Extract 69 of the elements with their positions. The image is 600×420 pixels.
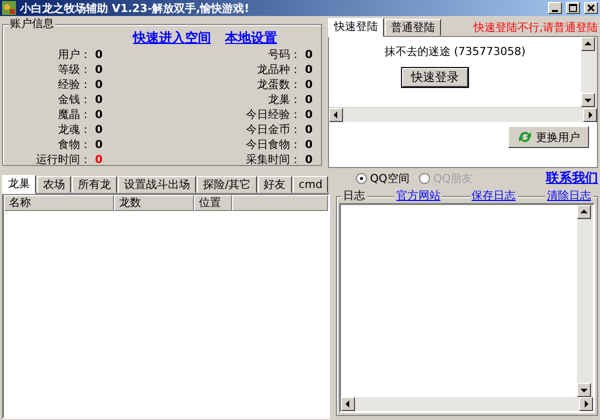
column-header[interactable]: 龙数 — [114, 195, 194, 211]
horizontal-scrollbar[interactable] — [341, 397, 593, 411]
column-header[interactable]: 名称 — [4, 195, 114, 211]
close-icon — [587, 4, 595, 12]
login-notice: 快速登陆不行,请普通登陆 — [474, 20, 598, 34]
field-label: 龙蛋数： — [256, 78, 301, 91]
main-tab[interactable]: cmd — [292, 176, 328, 193]
window-title: 小白龙之牧场辅助 V1.23-解放双手,愉快游戏! — [20, 2, 250, 14]
field-value: 0 — [94, 123, 104, 136]
contact-link[interactable]: 联系我们 — [546, 170, 598, 186]
field-value: 0 — [94, 93, 104, 106]
horizontal-scrollbar[interactable] — [329, 108, 597, 122]
main-tab[interactable]: 所有龙 — [72, 176, 117, 193]
field-value: 0 — [94, 108, 104, 121]
refresh-icon — [517, 129, 533, 145]
quick-login-button[interactable]: 快速登录 — [402, 68, 468, 87]
column-header[interactable]: 位置 — [194, 195, 232, 211]
app-icon — [2, 1, 16, 15]
field-label: 用户： — [57, 48, 91, 61]
field-label: 运行时间： — [35, 153, 91, 166]
main-tab[interactable]: 农场 — [37, 176, 71, 193]
field-label: 龙巢： — [267, 93, 301, 106]
login-tab[interactable]: 快速登陆 — [328, 18, 384, 37]
login-tab[interactable]: 普通登陆 — [385, 19, 441, 36]
log-link[interactable]: 官方网站 — [394, 189, 442, 202]
field-value: 0 — [304, 153, 314, 166]
field-label: 金钱： — [57, 93, 91, 106]
header-link[interactable]: 快速进入空间 — [133, 31, 211, 46]
account-text: 抹不去的迷途 (735773058) — [384, 45, 526, 58]
field-value: 0 — [304, 123, 314, 136]
field-value: 0 — [94, 48, 104, 61]
minimize-button[interactable] — [548, 2, 562, 14]
field-value: 0 — [304, 48, 314, 61]
field-label: 采集时间： — [245, 153, 301, 166]
main-tab[interactable]: 设置战斗出场 — [118, 176, 196, 193]
scrollbar[interactable] — [577, 205, 593, 397]
scrollbar[interactable] — [581, 37, 597, 107]
field-label: 今日食物： — [245, 138, 301, 151]
field-value: 0 — [304, 78, 314, 91]
main-tab[interactable]: 探险/其它 — [197, 176, 257, 193]
mode-radio[interactable]: QQ空间 — [356, 172, 410, 184]
field-value: 0 — [94, 78, 104, 91]
main-tab[interactable]: 龙巢 — [2, 175, 36, 194]
log-link[interactable]: 保存日志 — [470, 189, 518, 202]
close-button[interactable] — [584, 2, 598, 14]
maximize-button[interactable] — [566, 2, 580, 14]
field-label: 今日经验： — [245, 108, 301, 121]
field-label: 食物： — [57, 138, 91, 151]
log-link[interactable]: 清除日志 — [544, 189, 593, 202]
field-label: 号码： — [267, 48, 301, 61]
field-value: 0 — [94, 138, 104, 151]
field-label: 龙品种： — [256, 63, 301, 76]
field-label: 魔晶： — [57, 108, 91, 121]
main-tab[interactable]: 好友 — [258, 176, 292, 193]
field-label: 今日金币： — [245, 123, 301, 136]
group-legend: 日志 — [341, 189, 367, 202]
field-value: 0 — [304, 138, 314, 151]
header-link[interactable]: 本地设置 — [225, 31, 277, 46]
field-value: 0 — [304, 93, 314, 106]
field-label: 等级： — [57, 63, 91, 76]
field-value: 0 — [304, 108, 314, 121]
field-value: 0 — [304, 63, 314, 76]
switch-user-button[interactable]: 更换用户 — [508, 126, 589, 148]
field-label: 经验： — [57, 78, 91, 91]
field-value: 0 — [94, 63, 104, 76]
group-legend: 账户信息 — [9, 17, 55, 30]
maximize-icon — [569, 4, 577, 12]
field-value: 0 — [94, 153, 104, 166]
field-label: 龙魂： — [57, 123, 91, 136]
